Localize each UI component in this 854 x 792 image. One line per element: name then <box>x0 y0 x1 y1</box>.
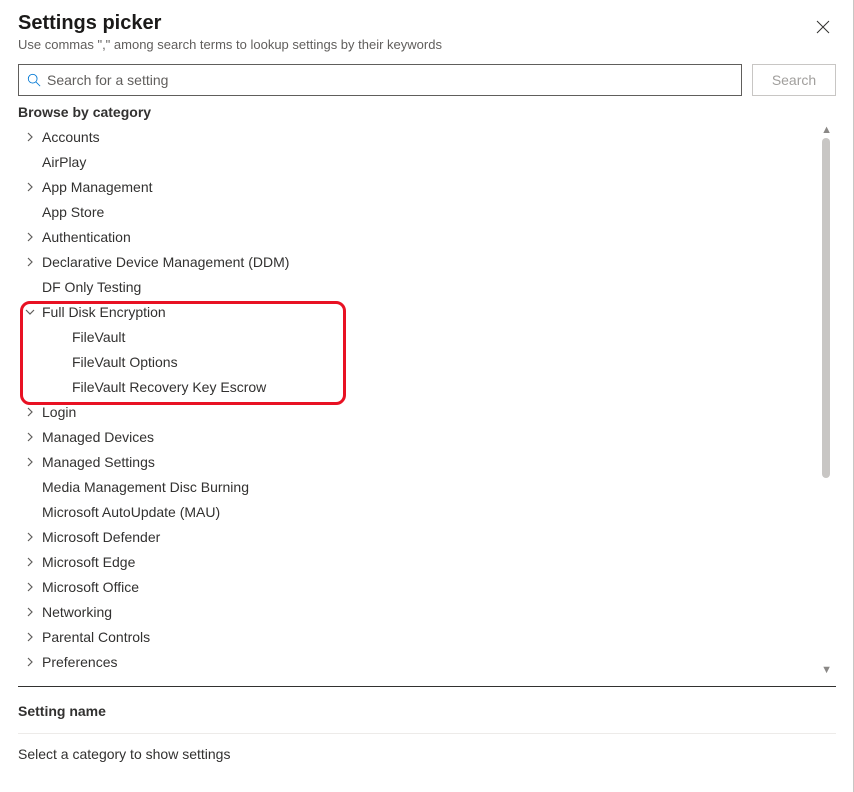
chevron-down-icon[interactable] <box>24 306 36 318</box>
category-label: Media Management Disc Burning <box>42 479 249 495</box>
category-label: DF Only Testing <box>42 279 141 295</box>
category-label: Preferences <box>42 654 117 670</box>
category-label: Login <box>42 404 76 420</box>
page-title: Settings picker <box>18 12 442 35</box>
chevron-right-icon[interactable] <box>24 456 36 468</box>
search-icon <box>27 73 41 87</box>
chevron-right-icon[interactable] <box>24 131 36 143</box>
empty-settings-message: Select a category to show settings <box>18 734 836 774</box>
category-item[interactable]: App Management <box>18 174 826 199</box>
category-item[interactable]: Microsoft Office <box>18 574 826 599</box>
chevron-right-icon[interactable] <box>24 631 36 643</box>
category-item[interactable]: Microsoft Edge <box>18 549 826 574</box>
category-label: Microsoft Edge <box>42 554 135 570</box>
browse-by-category-label: Browse by category <box>18 104 836 120</box>
category-item[interactable]: Authentication <box>18 224 826 249</box>
category-item[interactable]: Microsoft AutoUpdate (MAU) <box>18 499 826 524</box>
category-label: App Management <box>42 179 153 195</box>
chevron-right-icon[interactable] <box>24 256 36 268</box>
search-input[interactable] <box>47 72 733 88</box>
category-label: FileVault Options <box>72 354 178 370</box>
category-item[interactable]: AirPlay <box>18 149 826 174</box>
chevron-right-icon[interactable] <box>24 431 36 443</box>
chevron-right-icon[interactable] <box>24 581 36 593</box>
chevron-right-icon[interactable] <box>24 231 36 243</box>
settings-picker-panel: Settings picker Use commas "," among sea… <box>0 0 854 792</box>
category-item[interactable]: Full Disk Encryption <box>18 299 826 324</box>
category-item[interactable]: Accounts <box>18 124 826 149</box>
category-item[interactable]: Managed Settings <box>18 449 826 474</box>
search-box[interactable] <box>18 64 742 96</box>
category-label: Managed Devices <box>42 429 154 445</box>
category-tree: Accounts AirPlay App Management App Store Au… <box>18 124 836 676</box>
close-icon <box>816 20 830 34</box>
category-label: FileVault Recovery Key Escrow <box>72 379 266 395</box>
category-label: Accounts <box>42 129 100 145</box>
category-label: Full Disk Encryption <box>42 304 166 320</box>
chevron-right-icon[interactable] <box>24 606 36 618</box>
category-item[interactable]: Microsoft Defender <box>18 524 826 549</box>
category-label: Parental Controls <box>42 629 150 645</box>
category-label: Declarative Device Management (DDM) <box>42 254 289 270</box>
category-item[interactable]: Login <box>18 399 826 424</box>
category-item[interactable]: FileVault Recovery Key Escrow <box>18 374 826 399</box>
category-item[interactable]: FileVault <box>18 324 826 349</box>
chevron-right-icon[interactable] <box>24 181 36 193</box>
category-item[interactable]: App Store <box>18 199 826 224</box>
close-button[interactable] <box>812 16 834 38</box>
setting-name-header: Setting name <box>18 687 836 734</box>
category-label: App Store <box>42 204 104 220</box>
category-item[interactable]: Parental Controls <box>18 624 826 649</box>
category-label: AirPlay <box>42 154 86 170</box>
page-subtitle: Use commas "," among search terms to loo… <box>18 37 442 52</box>
chevron-right-icon[interactable] <box>24 656 36 668</box>
category-label: Microsoft Office <box>42 579 139 595</box>
category-item[interactable]: Preferences <box>18 649 826 674</box>
category-label: Microsoft Defender <box>42 529 160 545</box>
scroll-down-arrow-icon[interactable]: ▼ <box>821 664 832 676</box>
category-item[interactable]: DF Only Testing <box>18 274 826 299</box>
category-label: Networking <box>42 604 112 620</box>
category-item[interactable]: Declarative Device Management (DDM) <box>18 249 826 274</box>
category-label: Authentication <box>42 229 131 245</box>
chevron-right-icon[interactable] <box>24 531 36 543</box>
category-item[interactable]: FileVault Options <box>18 349 826 374</box>
category-label: FileVault <box>72 329 125 345</box>
category-item[interactable]: Managed Devices <box>18 424 826 449</box>
category-item[interactable]: Networking <box>18 599 826 624</box>
category-label: Managed Settings <box>42 454 155 470</box>
category-label: Microsoft AutoUpdate (MAU) <box>42 504 220 520</box>
chevron-right-icon[interactable] <box>24 556 36 568</box>
category-item[interactable]: Media Management Disc Burning <box>18 474 826 499</box>
chevron-right-icon[interactable] <box>24 406 36 418</box>
search-button[interactable]: Search <box>752 64 836 96</box>
